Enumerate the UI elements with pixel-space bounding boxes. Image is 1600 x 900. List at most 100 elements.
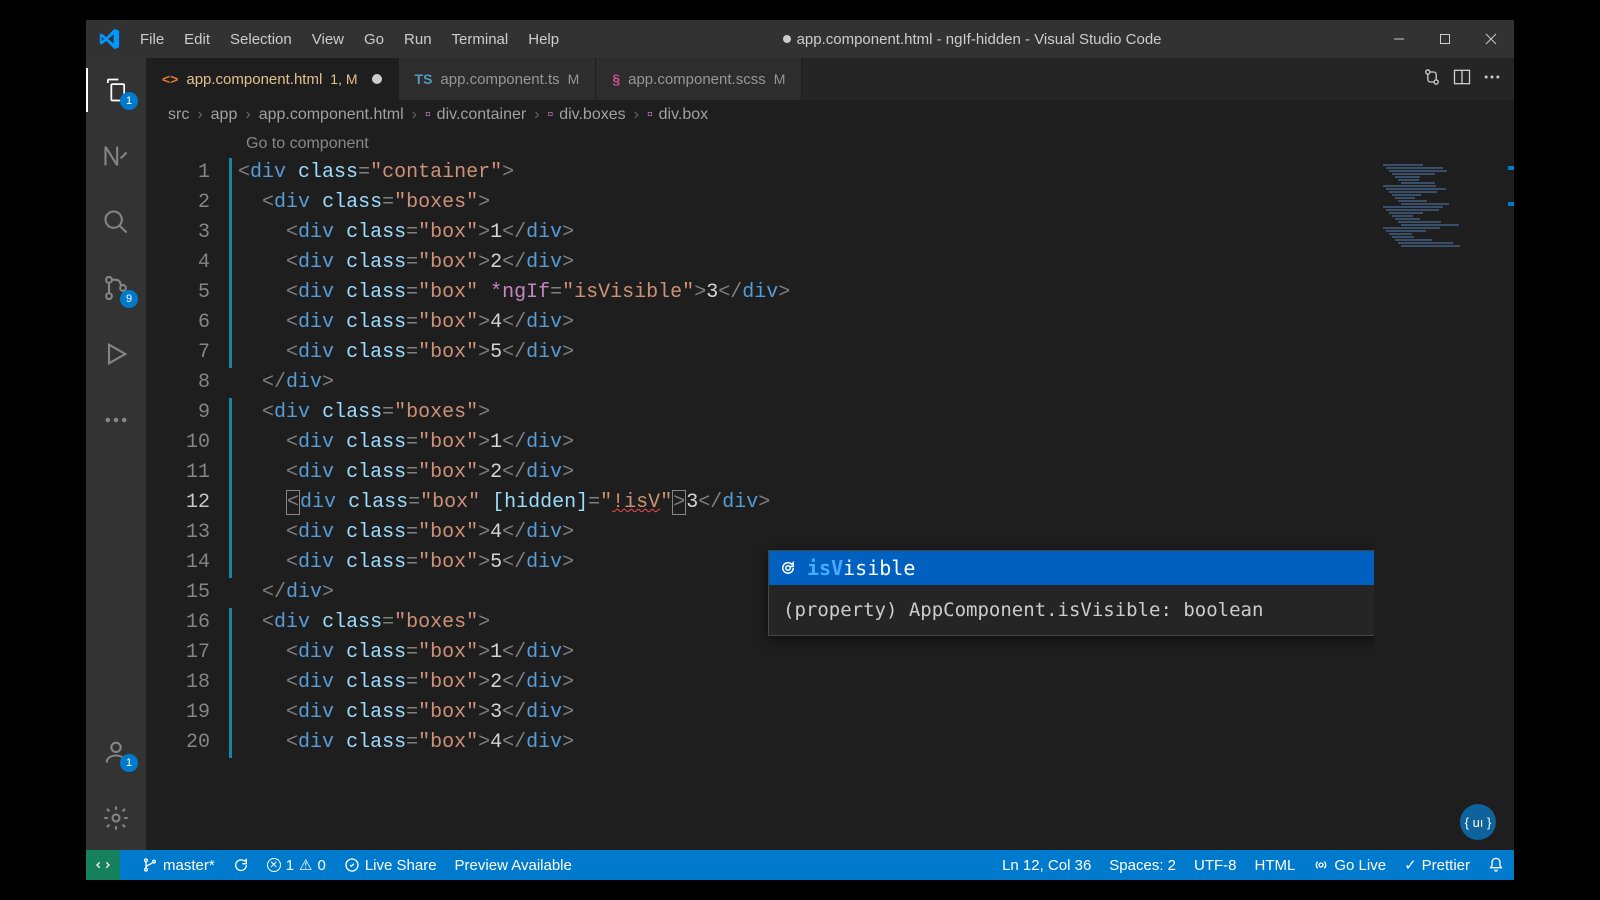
tab-app-component-ts[interactable]: TSapp.component.tsM (399, 58, 597, 100)
titlebar: FileEditSelectionViewGoRunTerminalHelp a… (86, 20, 1514, 58)
menu-run[interactable]: Run (395, 27, 441, 52)
error-icon: ✕ (267, 858, 281, 872)
cursor-position[interactable]: Ln 12, Col 36 (1002, 857, 1091, 874)
go-live[interactable]: Go Live (1313, 857, 1386, 874)
line-number: 8 (146, 368, 210, 398)
code-line-6[interactable]: <div class="box">4</div> (238, 308, 1374, 338)
breadcrumb-div-container[interactable]: div.container (437, 106, 527, 124)
prettier[interactable]: ✓ Prettier (1404, 856, 1470, 874)
menu-selection[interactable]: Selection (221, 27, 301, 52)
language-mode[interactable]: HTML (1255, 857, 1296, 874)
line-number: 3 (146, 218, 210, 248)
code-line-4[interactable]: <div class="box">2</div> (238, 248, 1374, 278)
dirty-indicator-icon (372, 74, 382, 84)
activitybar: 1 9 1 (86, 58, 146, 850)
maximize-button[interactable] (1422, 20, 1468, 58)
code-line-13[interactable]: <div class="box">4</div> (238, 518, 1374, 548)
minimap[interactable] (1374, 158, 1514, 850)
menu-go[interactable]: Go (355, 27, 393, 52)
close-button[interactable] (1468, 20, 1514, 58)
accounts-icon[interactable]: 1 (86, 730, 146, 774)
notifications-icon[interactable] (1488, 857, 1504, 873)
code-line-18[interactable]: <div class="box">2</div> (238, 668, 1374, 698)
breadcrumb-app[interactable]: app (211, 106, 238, 124)
codelens-link[interactable]: Go to component (146, 130, 1514, 158)
tab-label: app.component.scss (628, 71, 766, 88)
window-title: app.component.html - ngIf-hidden - Visua… (568, 31, 1376, 48)
code-line-17[interactable]: <div class="box">1</div> (238, 638, 1374, 668)
branch-name: master* (163, 857, 215, 874)
problems[interactable]: ✕ 1 ⚠ 0 (267, 856, 326, 874)
menu-help[interactable]: Help (519, 27, 568, 52)
code-line-10[interactable]: <div class="box">1</div> (238, 428, 1374, 458)
ts-file-icon: TS (415, 71, 433, 87)
warning-icon: ⚠ (299, 856, 312, 874)
encoding[interactable]: UTF-8 (1194, 857, 1237, 874)
source-control-icon[interactable]: 9 (86, 266, 146, 310)
gutter: 1234567891011121314151617181920 (146, 158, 238, 850)
html-file-icon: <> (162, 71, 178, 87)
tabs-bar: <>app.component.html1, MTSapp.component.… (146, 58, 1514, 100)
line-number: 20 (146, 728, 210, 758)
suggest-widget[interactable]: isVisible (property) AppComponent.isVisi… (768, 550, 1448, 636)
tab-status: M (568, 71, 580, 87)
code-line-9[interactable]: <div class="boxes"> (238, 398, 1374, 428)
breadcrumbs[interactable]: src›app›app.component.html›▫div.containe… (146, 100, 1514, 130)
code-editor[interactable]: 1234567891011121314151617181920 isVisibl… (146, 158, 1514, 850)
git-branch[interactable]: master* (142, 857, 215, 874)
live-share[interactable]: Live Share (344, 857, 437, 874)
code-line-20[interactable]: <div class="box">4</div> (238, 728, 1374, 758)
menu-edit[interactable]: Edit (175, 27, 219, 52)
code-line-7[interactable]: <div class="box">5</div> (238, 338, 1374, 368)
code-line-8[interactable]: </div> (238, 368, 1374, 398)
window-controls (1376, 20, 1514, 58)
line-number: 5 (146, 278, 210, 308)
run-debug-icon[interactable] (86, 332, 146, 376)
live-share-label: Live Share (365, 857, 437, 874)
code-line-5[interactable]: <div class="box" *ngIf="isVisible">3</di… (238, 278, 1374, 308)
chevron-right-icon: › (634, 106, 639, 124)
nx-console-icon[interactable] (86, 134, 146, 178)
prettier-label: Prettier (1422, 857, 1470, 874)
code-line-2[interactable]: <div class="boxes"> (238, 188, 1374, 218)
suggest-detail-text: (property) AppComponent.isVisible: boole… (783, 599, 1263, 621)
more-actions-icon[interactable] (1482, 67, 1502, 92)
menu-view[interactable]: View (303, 27, 353, 52)
indentation[interactable]: Spaces: 2 (1109, 857, 1176, 874)
line-number: 13 (146, 518, 210, 548)
settings-gear-icon[interactable] (86, 796, 146, 840)
code-line-1[interactable]: <div class="container"> (238, 158, 1374, 188)
remote-indicator-icon[interactable] (86, 850, 120, 880)
code-line-11[interactable]: <div class="box">2</div> (238, 458, 1374, 488)
tab-status: M (774, 71, 786, 87)
code-line-12[interactable]: <div class="box" [hidden]="!isV">3</div> (238, 488, 1374, 518)
menu-terminal[interactable]: Terminal (443, 27, 518, 52)
search-icon[interactable] (86, 200, 146, 244)
window-title-text: app.component.html - ngIf-hidden - Visua… (797, 31, 1162, 48)
minimize-button[interactable] (1376, 20, 1422, 58)
code-lines[interactable]: isVisible (property) AppComponent.isVisi… (238, 158, 1374, 850)
tab-app-component-html[interactable]: <>app.component.html1, M (146, 58, 399, 100)
more-icon[interactable] (86, 398, 146, 442)
line-number: 4 (146, 248, 210, 278)
breadcrumb-app-component-html[interactable]: app.component.html (259, 106, 404, 124)
suggest-item[interactable]: isVisible (769, 551, 1447, 585)
compare-changes-icon[interactable] (1422, 67, 1442, 92)
tab-app-component-scss[interactable]: §app.component.scssM (596, 58, 802, 100)
split-editor-icon[interactable] (1452, 67, 1472, 92)
breadcrumb-src[interactable]: src (168, 106, 189, 124)
suggest-match: isV (807, 556, 843, 580)
ui-badge-icon[interactable]: { uı } (1460, 804, 1496, 840)
symbol-icon: ▫ (647, 106, 653, 124)
code-line-19[interactable]: <div class="box">3</div> (238, 698, 1374, 728)
code-line-3[interactable]: <div class="box">1</div> (238, 218, 1374, 248)
breadcrumb-div-box[interactable]: div.box (659, 106, 709, 124)
menu-file[interactable]: File (131, 27, 173, 52)
line-number: 1 (146, 158, 210, 188)
breadcrumb-div-boxes[interactable]: div.boxes (559, 106, 625, 124)
explorer-icon[interactable]: 1 (86, 68, 146, 112)
symbol-icon: ▫ (548, 106, 554, 124)
preview-available[interactable]: Preview Available (455, 857, 572, 874)
sync-icon[interactable] (233, 857, 249, 873)
check-icon: ✓ (1404, 856, 1417, 874)
